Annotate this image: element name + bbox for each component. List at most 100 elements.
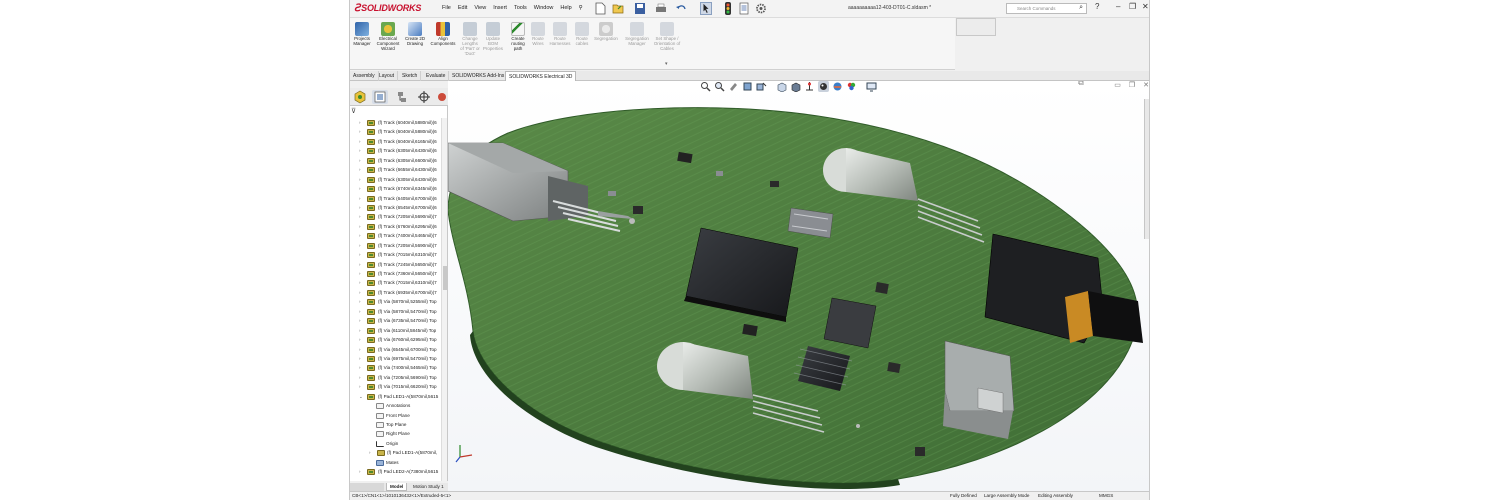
undo-icon[interactable]	[675, 2, 687, 15]
close-button[interactable]: ✕	[1142, 2, 1149, 11]
tree-item[interactable]: › (f) Track (6740mil,6345mil)(6	[350, 184, 446, 193]
tree-item[interactable]: ⌄ (f) Pad LED1-A(5870mil,5615	[350, 392, 446, 401]
expand-chevron-icon[interactable]: ▾	[665, 61, 668, 67]
configuration-manager-tab-icon[interactable]	[394, 90, 410, 104]
menu-view[interactable]: View	[474, 5, 486, 11]
tree-item[interactable]: › (f) Track (6305mil,6430mil)(6	[350, 175, 446, 184]
minimize-button[interactable]: –	[1116, 2, 1120, 11]
expand-arrow-icon[interactable]: ›	[359, 118, 361, 127]
overflow-toolbar-box[interactable]	[956, 18, 996, 36]
expand-arrow-icon[interactable]: ›	[359, 222, 361, 231]
tab-assembly[interactable]: Assembly	[350, 71, 379, 81]
create-routing-path-button[interactable]: Create routing path	[508, 22, 528, 52]
tab-evaluate[interactable]: Evaluate	[423, 71, 450, 81]
segregation-button[interactable]: Segregation	[592, 22, 620, 42]
tree-item[interactable]: › (f) Pad LED1-A(5870mil,	[350, 448, 446, 457]
menu-help[interactable]: Help	[560, 5, 571, 11]
electrical-component-wizard-button[interactable]: Electrical Component Wizard	[375, 22, 401, 52]
menu-window[interactable]: Window	[534, 5, 554, 11]
tab-scroll-arrows[interactable]	[350, 483, 384, 491]
help-icon[interactable]: ?	[1095, 2, 1099, 11]
print-icon[interactable]	[655, 2, 667, 15]
file-properties-icon[interactable]	[738, 2, 750, 15]
rebuild-traffic-light-icon[interactable]	[722, 2, 734, 15]
segregation-manager-button[interactable]: Segregation Manager	[622, 22, 652, 47]
tab-model[interactable]: Model	[386, 483, 408, 491]
tree-item[interactable]: › (f) Via (7205mil,5690mil) Top	[350, 373, 446, 382]
tree-item[interactable]: › (f) Via (6110mil,5845mil) Top	[350, 326, 446, 335]
tree-item[interactable]: › (f) Via (5870mil,5255mil) Top	[350, 297, 446, 306]
save-icon[interactable]	[634, 2, 646, 15]
dimxpert-tab-icon[interactable]	[416, 90, 432, 104]
tree-item[interactable]: › (f) Via (6760mil,6295mil) Top	[350, 335, 446, 344]
expand-arrow-icon[interactable]: ›	[359, 137, 361, 146]
expand-arrow-icon[interactable]: ›	[369, 448, 371, 457]
tree-item[interactable]: › (f) Pad LED2-A(7380mil,5615	[350, 467, 446, 476]
tree-item[interactable]: › (f) Track (7015mil,6310mil)(7	[350, 250, 446, 259]
status-units[interactable]: MMGS	[1099, 492, 1113, 500]
expand-arrow-icon[interactable]: ›	[359, 335, 361, 344]
options-gear-icon[interactable]	[755, 2, 767, 15]
route-wires-button[interactable]: Route Wires	[530, 22, 546, 47]
create-2d-drawing-button[interactable]: Create 2D Drawing	[404, 22, 426, 47]
property-manager-tab-icon[interactable]	[372, 90, 388, 104]
expand-arrow-icon[interactable]: ›	[359, 278, 361, 287]
tree-item[interactable]: › (f) Track (7015mil,6310mil)(7	[350, 278, 446, 287]
expand-arrow-icon[interactable]: ›	[359, 203, 361, 212]
tab-sketch[interactable]: Sketch	[399, 71, 422, 81]
expand-arrow-icon[interactable]: ›	[359, 269, 361, 278]
projects-manager-button[interactable]: Projects Manager	[352, 22, 372, 47]
menu-insert[interactable]: Insert	[493, 5, 507, 11]
expand-arrow-icon[interactable]: ›	[359, 297, 361, 306]
expand-arrow-icon[interactable]: ›	[359, 316, 361, 325]
tree-item[interactable]: › (f) Track (6040mil,6165mil)(6	[350, 137, 446, 146]
tree-item[interactable]: › (f) Via (6975mil,5470mil) Top	[350, 354, 446, 363]
tree-item[interactable]: › (f) Track (6405mil,6700mil)(6	[350, 194, 446, 203]
tree-item[interactable]: Annotations	[350, 401, 446, 410]
expand-arrow-icon[interactable]: ›	[359, 184, 361, 193]
expand-arrow-icon[interactable]: ›	[359, 165, 361, 174]
tree-item[interactable]: › (f) Track (7400mil,5465mil)(7	[350, 231, 446, 240]
set-shape-orientation-button[interactable]: Set Shape / Orientation of Cables	[653, 22, 681, 52]
expand-arrow-icon[interactable]: ›	[359, 260, 361, 269]
tree-scrollbar[interactable]	[441, 118, 447, 481]
tab-layout[interactable]: Layout	[376, 71, 399, 81]
expand-arrow-icon[interactable]: ›	[359, 288, 361, 297]
change-lengths-button[interactable]: Change Lengths of 'Part' or 'Duct'	[460, 22, 480, 57]
tree-item[interactable]: › (f) Track (6305mil,6600mil)(6	[350, 156, 446, 165]
tree-item[interactable]: › (f) Track (6655mil,6430mil)(6	[350, 165, 446, 174]
solidworks-logo[interactable]: ꙄSOLIDWORKS	[354, 3, 421, 14]
expand-arrow-icon[interactable]: ›	[359, 241, 361, 250]
expand-arrow-icon[interactable]: ›	[359, 363, 361, 372]
collapse-arrow-icon[interactable]: ⌄	[359, 392, 363, 401]
expand-arrow-icon[interactable]: ›	[359, 373, 361, 382]
tree-item[interactable]: › (f) Track (7205mil,5690mil)(7	[350, 241, 446, 250]
tree-item[interactable]: Front Plane	[350, 411, 446, 420]
tree-item[interactable]: Mates	[350, 458, 446, 467]
tree-item[interactable]: › (f) Via (7400mil,5465mil) Top	[350, 363, 446, 372]
expand-arrow-icon[interactable]: ›	[359, 250, 361, 259]
center-ic-chip[interactable]	[823, 297, 877, 349]
tree-item[interactable]: Top Plane	[350, 420, 446, 429]
tree-item[interactable]: Origin	[350, 439, 446, 448]
expand-arrow-icon[interactable]: ›	[359, 156, 361, 165]
tree-item[interactable]: › (f) Track (6305mil,6430mil)(6	[350, 146, 446, 155]
expand-arrow-icon[interactable]: ›	[359, 146, 361, 155]
expand-arrow-icon[interactable]: ›	[359, 194, 361, 203]
pin-icon[interactable]: ⚲	[579, 5, 583, 11]
pcb-3d-model[interactable]	[448, 81, 1150, 491]
route-harnesses-button[interactable]: Route Harnesses	[548, 22, 572, 47]
tree-item[interactable]: › (f) Track (6760mil,6295mil)(6	[350, 222, 446, 231]
expand-arrow-icon[interactable]: ›	[359, 307, 361, 316]
tree-item[interactable]: › (f) Via (6545mil,6700mil) Top	[350, 345, 446, 354]
expand-arrow-icon[interactable]: ›	[359, 326, 361, 335]
tree-scrollbar-thumb[interactable]	[443, 266, 447, 290]
restore-button[interactable]: ❐	[1129, 2, 1136, 11]
tree-item[interactable]: Right Plane	[350, 429, 446, 438]
tree-item[interactable]: › (f) Track (6545mil,6700mil)(6	[350, 203, 446, 212]
tree-item[interactable]: › (f) Track (7360mil,5650mil)(7	[350, 269, 446, 278]
expand-arrow-icon[interactable]: ›	[359, 175, 361, 184]
tab-solidworks-electrical-3d[interactable]: SOLIDWORKS Electrical 3D	[505, 71, 577, 81]
align-components-button[interactable]: Align Components	[428, 22, 458, 47]
feature-manager-tab-icon[interactable]	[352, 90, 368, 104]
